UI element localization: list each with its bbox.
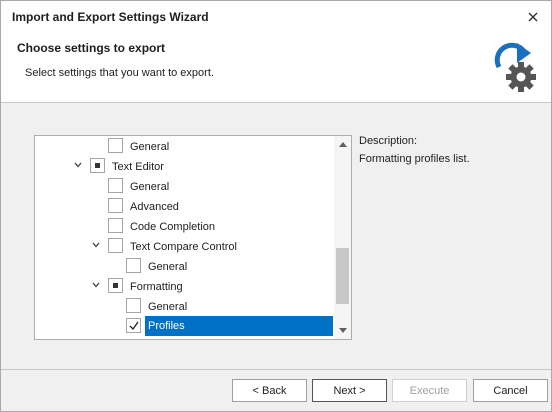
page-subtitle: Select settings that you want to export. <box>25 67 214 79</box>
next-button[interactable]: Next > <box>312 379 387 402</box>
tree-item-checkbox[interactable] <box>108 178 123 193</box>
scrollbar-thumb[interactable] <box>336 248 349 304</box>
content-area: General Text Editor General Advanced Code Co… <box>1 103 551 369</box>
tree-item[interactable]: General <box>35 136 333 156</box>
wizard-footer: < Back Next > Execute Cancel <box>1 370 551 411</box>
tree-item-checkbox[interactable] <box>108 198 123 213</box>
tree-item-label: General <box>148 301 188 313</box>
tree-item[interactable]: Text Editor <box>35 156 333 176</box>
tree-item[interactable]: Profiles <box>35 316 333 336</box>
tree-item-label: General <box>148 261 188 273</box>
tree-item[interactable]: General <box>35 296 333 316</box>
tree-item-label: Profiles <box>145 316 333 336</box>
indeterminate-mark-icon <box>95 163 100 168</box>
close-button[interactable] <box>523 7 543 27</box>
expand-chevron-icon[interactable] <box>89 238 103 252</box>
scroll-down-arrow-icon <box>338 328 347 333</box>
tree-vertical-scrollbar[interactable] <box>334 136 351 339</box>
tree-item-checkbox[interactable] <box>108 138 123 153</box>
tree-item[interactable]: Formatting <box>35 276 333 296</box>
page-title: Choose settings to export <box>17 41 166 55</box>
expand-chevron-icon[interactable] <box>71 158 85 172</box>
tree-item-checkbox[interactable] <box>126 318 141 333</box>
tree-item[interactable]: Code Completion <box>35 216 333 236</box>
tree-item-label: Advanced <box>130 201 179 213</box>
scroll-up-button[interactable] <box>334 136 351 153</box>
settings-tree[interactable]: General Text Editor General Advanced Code Co… <box>34 135 352 340</box>
indeterminate-mark-icon <box>113 283 118 288</box>
tree-item-label: Formatting <box>130 281 183 293</box>
tree-item[interactable]: General <box>35 176 333 196</box>
tree-item-checkbox[interactable] <box>126 298 141 313</box>
description-label: Description: <box>359 135 418 147</box>
cancel-button[interactable]: Cancel <box>473 379 548 402</box>
wizard-header: Choose settings to export Select setting… <box>1 33 551 102</box>
scroll-up-arrow-icon <box>338 142 347 147</box>
tree-item-label: General <box>130 141 170 153</box>
tree-item[interactable]: Advanced <box>35 196 333 216</box>
tree-item[interactable]: Text Compare Control <box>35 236 333 256</box>
tree-item-label: Text Compare Control <box>130 241 237 253</box>
execute-button: Execute <box>392 379 467 402</box>
back-button[interactable]: < Back <box>232 379 307 402</box>
tree-item-checkbox[interactable] <box>126 258 141 273</box>
tree-item-checkbox[interactable] <box>108 278 123 293</box>
wizard-window: Import and Export Settings Wizard Choose… <box>0 0 552 412</box>
expand-chevron-icon[interactable] <box>89 278 103 292</box>
close-icon <box>528 12 538 22</box>
tree-item-label: Code Completion <box>130 221 215 233</box>
export-settings-gear-icon <box>494 42 536 92</box>
description-text: Formatting profiles list. <box>359 153 470 165</box>
tree-item-label: General <box>130 181 170 193</box>
tree-rows: General Text Editor General Advanced Code Co… <box>35 136 333 339</box>
tree-item-label: Text Editor <box>112 161 164 173</box>
tree-item-checkbox[interactable] <box>90 158 105 173</box>
scroll-down-button[interactable] <box>334 322 351 339</box>
check-mark-icon <box>129 321 139 330</box>
tree-item[interactable]: General <box>35 256 333 276</box>
tree-item-checkbox[interactable] <box>108 218 123 233</box>
title-bar: Import and Export Settings Wizard <box>1 1 551 33</box>
tree-item-checkbox[interactable] <box>108 238 123 253</box>
window-title: Import and Export Settings Wizard <box>12 10 209 24</box>
